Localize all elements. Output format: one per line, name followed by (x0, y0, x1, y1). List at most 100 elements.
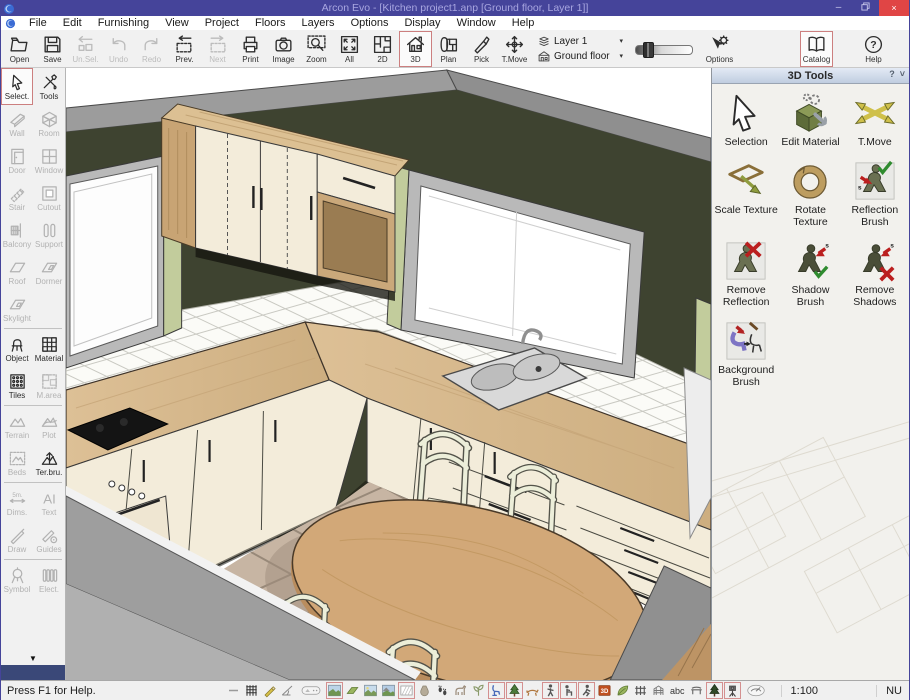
sidebar-item-ter-bru[interactable]: Ter.bru. (33, 444, 65, 481)
menu-window[interactable]: Window (449, 16, 504, 30)
layer-select[interactable]: Layer 1 ▾ (537, 34, 625, 49)
menu-view[interactable]: View (157, 16, 197, 30)
sidebar-item-skylight[interactable]: Skylight (1, 290, 33, 327)
toolbar-print-button[interactable]: Print (234, 31, 267, 67)
toolbar-t-move-button[interactable]: T.Move (498, 31, 531, 67)
protractor-icon[interactable] (280, 683, 295, 698)
horse-icon[interactable] (453, 683, 468, 698)
camera-tripod-icon[interactable] (725, 683, 740, 698)
floor-select[interactable]: Ground floor ▾ (537, 49, 625, 64)
panel-tool-remove-shadows[interactable]: sRemove Shadows (843, 240, 907, 308)
toolbar-redo-button[interactable]: Redo (135, 31, 168, 67)
sidebar-item-wall[interactable]: Wall (1, 105, 33, 142)
menu-file[interactable]: File (21, 16, 55, 30)
sidebar-item-roof[interactable]: Roof (1, 253, 33, 290)
footprints-icon[interactable] (435, 683, 450, 698)
sidebar-item-draw[interactable]: Draw (1, 521, 33, 558)
panel-tool-shadow-brush[interactable]: sShadow Brush (778, 240, 842, 308)
menu-options[interactable]: Options (343, 16, 397, 30)
sidebar-item-object[interactable]: Object (1, 330, 33, 367)
fence-icon[interactable] (633, 683, 648, 698)
sidebar-item-terrain[interactable]: Terrain (1, 407, 33, 444)
toolbar-un-sel-button[interactable]: Un.Sel. (69, 31, 102, 67)
menu-floors[interactable]: Floors (247, 16, 294, 30)
menu-project[interactable]: Project (197, 16, 247, 30)
panel-tool-background-brush[interactable]: Background Brush (714, 320, 778, 388)
toolbar-open-button[interactable]: Open (3, 31, 36, 67)
toolbar-options-button[interactable]: Options (703, 31, 736, 67)
sidebar-item-guides[interactable]: Guides (33, 521, 65, 558)
hatch-area-icon[interactable] (399, 683, 414, 698)
sidebar-item-symbol[interactable]: Symbol (1, 561, 33, 598)
sidebar-item-elect[interactable]: Elect. (33, 561, 65, 598)
person-icon[interactable] (543, 683, 558, 698)
sidebar-item-beds[interactable]: Beds (1, 444, 33, 481)
gauge-icon[interactable] (743, 683, 769, 698)
sidebar-item-support[interactable]: Support (33, 216, 65, 253)
panel-tool-rotate-texture[interactable]: Rotate Texture (778, 160, 842, 228)
tree-icon[interactable] (507, 683, 522, 698)
menu-display[interactable]: Display (396, 16, 448, 30)
dash-icon[interactable] (226, 683, 241, 698)
toolbar-image-button[interactable]: Image (267, 31, 300, 67)
leaf-icon[interactable] (615, 683, 630, 698)
sidebar-item-window[interactable]: Window (33, 142, 65, 179)
fox-icon[interactable] (525, 683, 540, 698)
sidebar-item-text[interactable]: AIText (33, 484, 65, 521)
toolbar-next-button[interactable]: Next (201, 31, 234, 67)
person-kneeling-icon[interactable] (579, 683, 594, 698)
landscape-thumb-icon[interactable] (327, 683, 342, 698)
sidebar-item-dims[interactable]: 5m.Dims. (1, 484, 33, 521)
trellis-icon[interactable] (651, 683, 666, 698)
scale-indicator[interactable]: 1:100 (781, 685, 819, 697)
toolbar-save-button[interactable]: Save (36, 31, 69, 67)
sidebar-item-balcony[interactable]: Balcony (1, 216, 33, 253)
toolbar-3d-button[interactable]: 3D (399, 31, 432, 67)
person-sitting-icon[interactable] (561, 683, 576, 698)
abc-icon[interactable]: abc (669, 686, 686, 696)
menu-furnishing[interactable]: Furnishing (90, 16, 157, 30)
menu-help[interactable]: Help (504, 16, 543, 30)
sidebar-item-m-area[interactable]: M.area (33, 367, 65, 404)
sidebar-item-plot[interactable]: Plot (33, 407, 65, 444)
panel-tool-remove-reflection[interactable]: Remove Reflection (714, 240, 778, 308)
panel-help-icon[interactable]: ? (889, 69, 895, 79)
sidebar-item-room[interactable]: Room (33, 105, 65, 142)
dark-tree-icon[interactable] (707, 683, 722, 698)
toolbar-plan-button[interactable]: Plan (432, 31, 465, 67)
zoom-slider[interactable] (635, 42, 693, 56)
slider-handle[interactable] (643, 42, 654, 58)
toolbar-help-button[interactable]: ?Help (857, 31, 890, 67)
3d-red-icon[interactable]: 3D (597, 683, 612, 698)
panel-tool-reflection-brush[interactable]: sReflection Brush (843, 160, 907, 228)
panel-tool-scale-texture[interactable]: Scale Texture (714, 160, 778, 228)
sidebar-item-stair[interactable]: Stair (1, 179, 33, 216)
landscape-thumb2-icon[interactable] (363, 683, 378, 698)
panel-header[interactable]: 3D Tools ? ˅ (712, 68, 909, 84)
panel-tool-edit-material[interactable]: Edit Material (778, 92, 842, 148)
sidebar-item-select[interactable]: Select. (1, 68, 33, 105)
sidebar-item-cutout[interactable]: Cutout (33, 179, 65, 216)
sidebar-item-tiles[interactable]: Tiles (1, 367, 33, 404)
sidebar-scroll-down-icon[interactable]: ▼ (1, 652, 65, 665)
restore-button[interactable] (852, 0, 879, 16)
minimize-button[interactable]: – (825, 0, 852, 16)
3d-viewport[interactable] (66, 68, 711, 680)
grid-icon[interactable] (244, 683, 259, 698)
menu-edit[interactable]: Edit (55, 16, 90, 30)
toolbar-catalog-button[interactable]: Catalog (800, 31, 833, 67)
sidebar-item-material[interactable]: Material (33, 330, 65, 367)
sidebar-item-tools[interactable]: Tools (33, 68, 65, 105)
pencil-icon[interactable] (262, 683, 277, 698)
toolbar-pick-button[interactable]: Pick (465, 31, 498, 67)
plant-icon[interactable] (471, 683, 486, 698)
panel-tool-selection[interactable]: Selection (714, 92, 778, 148)
menu-layers[interactable]: Layers (294, 16, 343, 30)
panel-collapse-icon[interactable]: ˅ (900, 69, 905, 79)
landscape-thumb3-icon[interactable] (381, 683, 396, 698)
panel-tool-t-move[interactable]: T.Move (843, 92, 907, 148)
toolbar-2d-button[interactable]: 2D (366, 31, 399, 67)
sidebar-item-door[interactable]: Door (1, 142, 33, 179)
toolbar-zoom-button[interactable]: Zoom (300, 31, 333, 67)
toolbar-undo-button[interactable]: Undo (102, 31, 135, 67)
